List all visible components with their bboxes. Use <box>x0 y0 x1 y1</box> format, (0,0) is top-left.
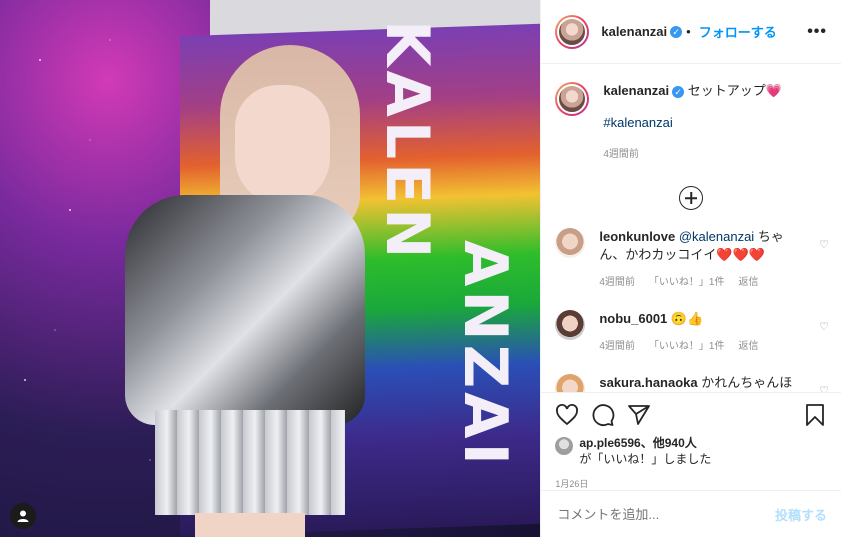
comment-input[interactable] <box>555 506 775 523</box>
caption-text: セットアップ💗 <box>687 83 782 98</box>
tagged-users-button[interactable] <box>10 503 36 529</box>
commenter-avatar[interactable] <box>555 228 586 258</box>
banner-text-anzai: ANZAI <box>450 240 520 469</box>
post-actions: ap.ple6596、他940人 が「いいね！」しました 1月26日 <box>541 392 841 490</box>
banner-text-kalen: KALEN <box>372 20 442 263</box>
commenter-username[interactable]: nobu_6001 <box>599 311 667 326</box>
caption-username[interactable]: kalenanzai <box>603 83 669 98</box>
more-options-icon[interactable]: ••• <box>807 23 827 41</box>
comment-mention[interactable]: @kalenanzai <box>679 229 754 244</box>
comment-time[interactable]: 4週間前 <box>599 274 635 292</box>
model-skirt <box>155 410 345 515</box>
verified-badge-icon: ✓ <box>672 85 685 98</box>
share-icon[interactable] <box>627 403 651 427</box>
reply-button[interactable]: 返信 <box>738 274 758 292</box>
comment-time[interactable]: 4週間前 <box>599 338 635 356</box>
model-jacket <box>125 195 365 425</box>
model-face <box>235 85 330 205</box>
likes-count[interactable]: 、他940人 <box>641 436 697 450</box>
comment-likes[interactable]: 「いいね！」1件 <box>649 338 725 356</box>
load-more-comments-icon[interactable] <box>679 186 704 210</box>
comment-item: leonkunlove @kalenanzai ちゃん、かわカッコイイ❤️❤️❤… <box>541 228 841 292</box>
add-comment-bar: 投稿する <box>541 490 841 538</box>
verified-badge-icon: ✓ <box>670 25 683 38</box>
commenter-username[interactable]: leonkunlove <box>599 229 675 244</box>
comment-like-heart-icon[interactable]: ♡ <box>819 384 829 392</box>
instagram-post-modal: KALEN ANZAI kalenanzai ✓ • フォローする ••• ka… <box>0 0 841 537</box>
post-header: kalenanzai ✓ • フォローする ••• <box>541 0 841 64</box>
likes-summary: ap.ple6596、他940人 が「いいね！」しました <box>555 435 827 467</box>
liker-avatar[interactable] <box>555 437 574 455</box>
caption-time[interactable]: 4週間前 <box>603 146 782 164</box>
comment-text: 🙃👍 <box>670 311 704 326</box>
reply-button[interactable]: 返信 <box>738 338 758 356</box>
comment-like-heart-icon[interactable]: ♡ <box>819 238 829 251</box>
commenter-username[interactable]: sakura.hanaoka <box>599 375 697 390</box>
post-photo[interactable]: KALEN ANZAI <box>0 0 541 537</box>
author-username[interactable]: kalenanzai <box>601 24 667 39</box>
post-comment-button[interactable]: 投稿する <box>775 505 827 524</box>
post-date[interactable]: 1月26日 <box>555 477 827 490</box>
commenter-avatar[interactable] <box>555 374 586 392</box>
follow-button[interactable]: フォローする <box>699 22 777 41</box>
caption-hashtag[interactable]: #kalenanzai <box>603 114 782 132</box>
person-icon <box>17 510 29 522</box>
bookmark-icon[interactable] <box>803 403 827 427</box>
heart-icon[interactable] <box>555 403 579 427</box>
comment-item: sakura.hanaoka かれんちゃんほん ♡ <box>541 374 841 392</box>
likes-suffix: が「いいね！」しました <box>579 452 712 466</box>
comment-icon[interactable] <box>591 403 615 427</box>
liker-username[interactable]: ap.ple6596 <box>579 436 640 450</box>
separator-dot: • <box>686 24 691 39</box>
comment-item: nobu_6001 🙃👍 4週間前 「いいね！」1件 返信 ♡ <box>541 310 841 356</box>
post-side-panel: kalenanzai ✓ • フォローする ••• kalenanzai ✓ セッ… <box>540 0 841 537</box>
comment-like-heart-icon[interactable]: ♡ <box>819 320 829 333</box>
model-figure <box>125 45 365 537</box>
comments-section[interactable]: kalenanzai ✓ セットアップ💗 #kalenanzai 4週間前 leo… <box>541 64 841 392</box>
model-legs <box>195 513 305 537</box>
author-avatar[interactable] <box>555 14 590 49</box>
caption-block: kalenanzai ✓ セットアップ💗 #kalenanzai 4週間前 <box>541 64 841 164</box>
commenter-avatar[interactable] <box>555 310 586 340</box>
caption-avatar[interactable] <box>555 82 590 116</box>
comment-likes[interactable]: 「いいね！」1件 <box>649 274 725 292</box>
